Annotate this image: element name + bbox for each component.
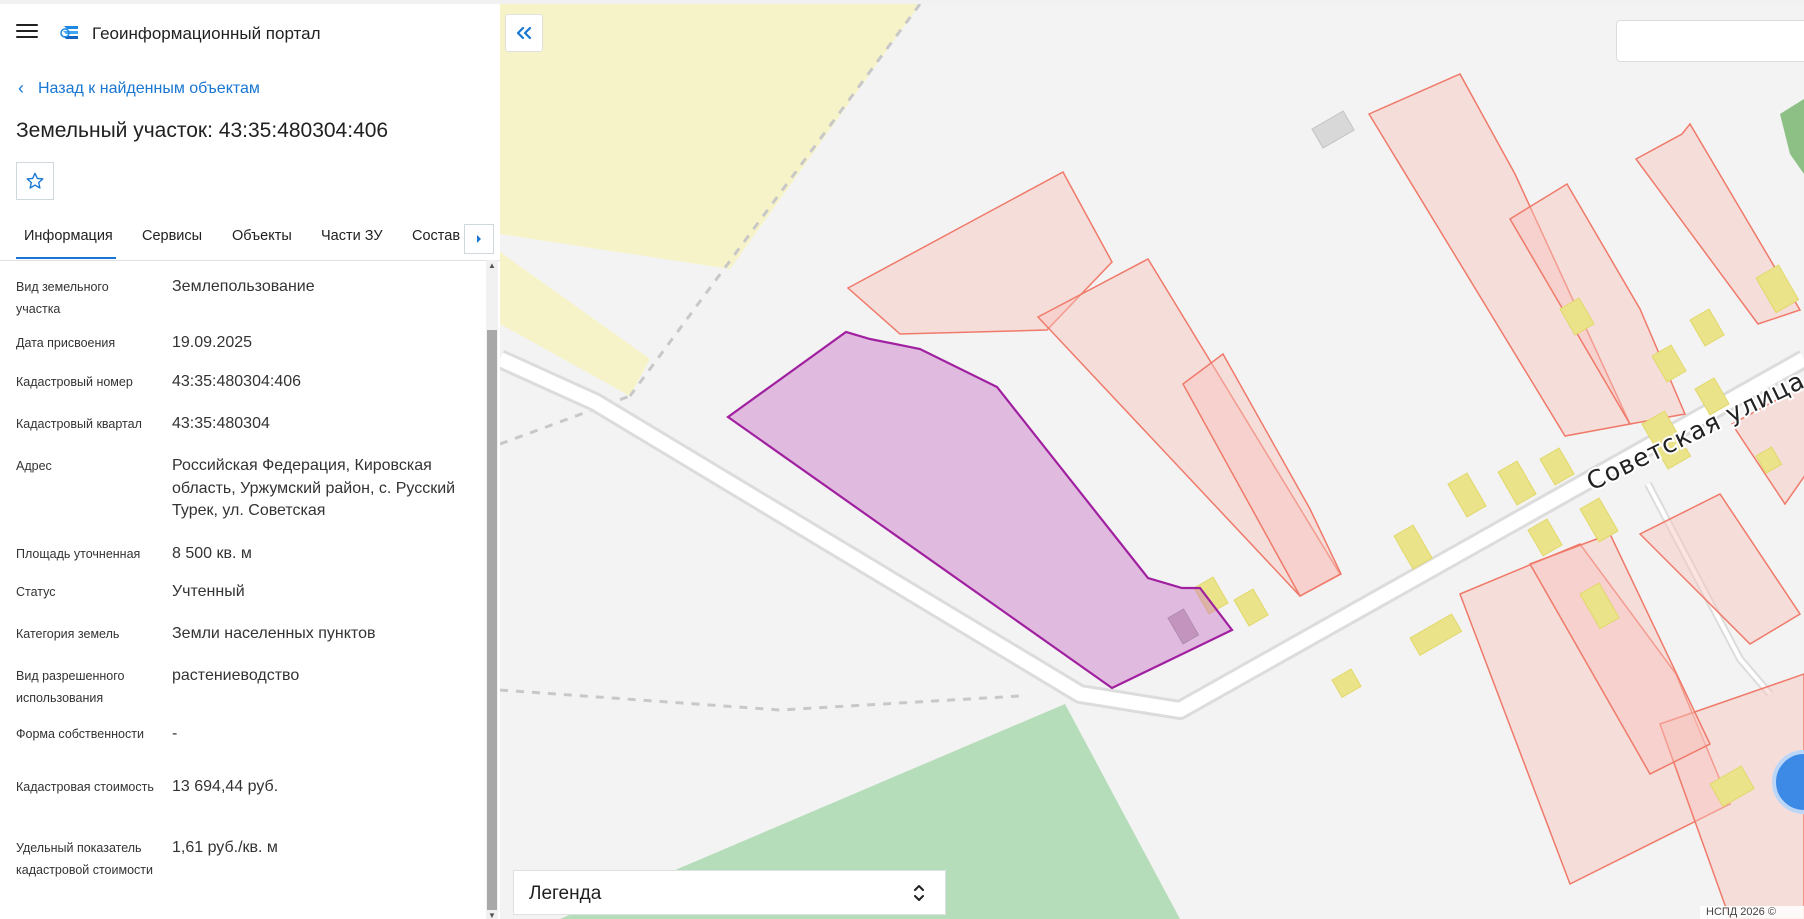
favorite-button[interactable] bbox=[16, 162, 54, 200]
tab-composition[interactable]: Состав bbox=[412, 228, 460, 244]
info-value: 13 694,44 руб. bbox=[172, 778, 279, 795]
info-label: Статус bbox=[16, 585, 56, 599]
scroll-up-icon[interactable]: ▲ bbox=[486, 260, 498, 272]
info-value: растениеводство bbox=[172, 667, 300, 684]
map-copyright: НСПД 2026 © bbox=[1700, 906, 1804, 919]
legend-label: Легенда bbox=[529, 883, 602, 904]
unfold-icon bbox=[914, 885, 924, 901]
info-label: Вид разрешенного использования bbox=[16, 669, 125, 705]
info-label: Площадь уточненная bbox=[16, 547, 141, 561]
tabs: Информация Сервисы Объекты Части ЗУ Сост… bbox=[0, 214, 500, 261]
back-link-label: Назад к найденным объектам bbox=[38, 79, 260, 97]
tab-info[interactable]: Информация bbox=[24, 228, 113, 244]
info-label: Кадастровая стоимость bbox=[16, 780, 154, 794]
info-value: Земли населенных пунктов bbox=[172, 625, 376, 642]
info-value: 1,61 руб./кв. м bbox=[172, 839, 278, 856]
info-value: 8 500 кв. м bbox=[172, 545, 252, 562]
info-value: Землепользование bbox=[172, 278, 315, 295]
tab-services[interactable]: Сервисы bbox=[142, 228, 202, 244]
map-canvas[interactable]: Советская улица bbox=[500, 4, 1804, 919]
info-value: 19.09.2025 bbox=[172, 334, 253, 351]
info-label: Кадастровый квартал bbox=[16, 417, 142, 431]
logo-icon bbox=[60, 26, 78, 39]
info-label: Форма собственности bbox=[16, 727, 144, 741]
active-tab-indicator bbox=[16, 257, 116, 259]
arrow-right-icon bbox=[477, 235, 481, 243]
menu-icon[interactable] bbox=[16, 24, 38, 42]
map-search-input[interactable] bbox=[1616, 20, 1804, 62]
map-layer: Советская улица bbox=[500, 4, 1804, 919]
info-value: Российская Федерация, Кировская область,… bbox=[172, 457, 456, 519]
info-value: Учтенный bbox=[172, 583, 245, 600]
page-title: Земельный участок: 43:35:480304:406 bbox=[16, 119, 389, 142]
info-label: Удельный показатель кадастровой стоимост… bbox=[16, 841, 153, 877]
legend-toggle[interactable]: Легенда bbox=[513, 870, 946, 915]
info-value: 43:35:480304:406 bbox=[172, 373, 302, 390]
info-label: Категория земель bbox=[16, 627, 120, 641]
tab-objects[interactable]: Объекты bbox=[232, 228, 292, 244]
scroll-down-icon[interactable]: ▼ bbox=[486, 910, 498, 919]
info-label: Кадастровый номер bbox=[16, 375, 133, 389]
app-title: Геоинформационный портал bbox=[92, 24, 321, 43]
info-label: Дата присвоения bbox=[16, 336, 116, 350]
back-link[interactable]: ‹ Назад к найденным объектам bbox=[18, 78, 260, 99]
info-label: Вид земельного участка bbox=[16, 280, 109, 316]
info-scrollbar[interactable]: ▲ ▼ bbox=[486, 260, 498, 919]
scrollbar-thumb[interactable] bbox=[487, 330, 497, 910]
info-value: - bbox=[172, 725, 178, 742]
app-header: Геоинформационный портал bbox=[0, 4, 500, 60]
tab-parts[interactable]: Части ЗУ bbox=[321, 228, 383, 244]
info-value: 43:35:480304 bbox=[172, 415, 270, 432]
collapse-sidebar-button[interactable] bbox=[505, 14, 543, 52]
sidebar: Геоинформационный портал ‹ Назад к найде… bbox=[0, 4, 500, 919]
star-icon bbox=[26, 172, 44, 189]
chevron-left-icon: ‹ bbox=[18, 78, 24, 98]
tabs-scroll-right-button[interactable] bbox=[464, 224, 494, 254]
info-label: Адрес bbox=[16, 459, 52, 473]
double-chevron-left-icon bbox=[516, 26, 532, 40]
